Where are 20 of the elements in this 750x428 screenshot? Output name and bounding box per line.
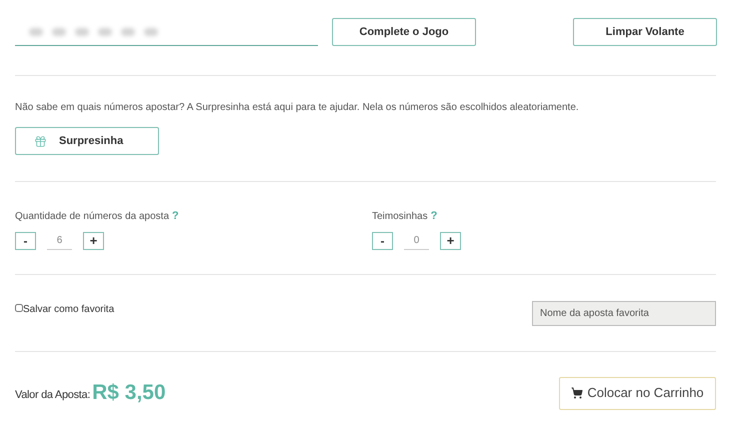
- favorite-checkbox[interactable]: [15, 304, 23, 312]
- cart-icon: [571, 387, 584, 399]
- plus-button[interactable]: +: [83, 232, 104, 250]
- bet-value: R$ 3,50: [92, 380, 166, 406]
- plus-button[interactable]: +: [440, 232, 461, 250]
- quantity-field[interactable]: 0: [404, 232, 429, 250]
- surprise-description: Não sabe em quais números apostar? A Surpresinha está aqui para te ajudar. Nela os números são escolhidos aleatoriamente.: [15, 101, 580, 115]
- action-button[interactable]: Limpar Volante: [573, 18, 717, 46]
- stepper-label: Teimosinhas: [372, 210, 428, 224]
- surprise-button[interactable]: Surpresinha: [15, 127, 159, 155]
- gift-icon: [34, 134, 47, 148]
- minus-button[interactable]: -: [15, 232, 36, 250]
- bet-value-label: Valor da Aposta:: [15, 388, 90, 404]
- favorite-label: Salvar como favorita: [23, 302, 114, 316]
- stepper-label: Quantidade de números da aposta: [15, 210, 169, 224]
- quantity-field[interactable]: 6: [47, 232, 72, 250]
- add-to-cart-button[interactable]: Colocar no Carrinho: [559, 376, 716, 410]
- action-button[interactable]: Complete o Jogo: [332, 18, 476, 46]
- minus-button[interactable]: -: [372, 232, 393, 250]
- favorite-name-field[interactable]: Nome da aposta favorita: [532, 300, 716, 326]
